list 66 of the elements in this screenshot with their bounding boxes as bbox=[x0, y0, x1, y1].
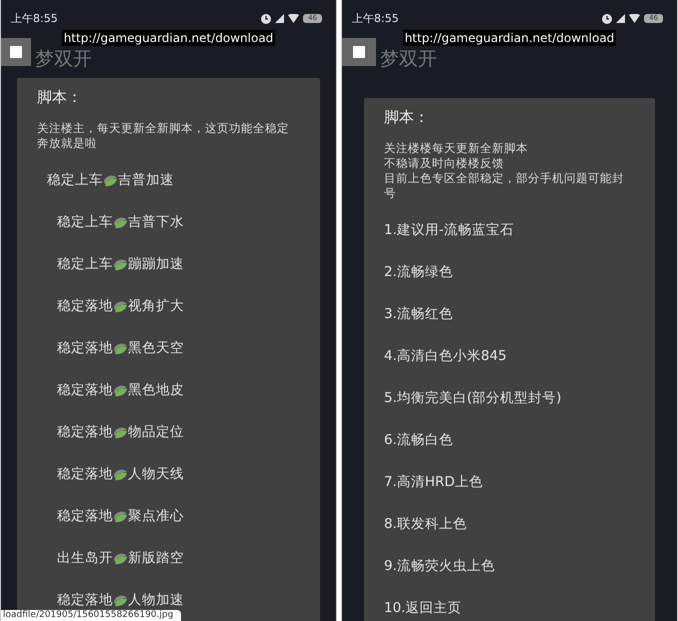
script-option[interactable]: 稳定落地 bbox=[57, 507, 113, 525]
script-option[interactable]: 视角扩大 bbox=[128, 297, 184, 315]
script-option[interactable]: 聚点准心 bbox=[128, 507, 184, 525]
script-option[interactable]: 稳定落地 bbox=[57, 339, 113, 357]
script-option[interactable]: 1.建议用-流畅蓝宝石 bbox=[384, 221, 514, 239]
clock-icon bbox=[261, 14, 272, 24]
script-option[interactable]: 稳定落地 bbox=[57, 381, 113, 399]
app-title: 梦双开 bbox=[35, 47, 92, 72]
leaf-icon bbox=[103, 173, 118, 187]
script-option[interactable]: 人物加速 bbox=[128, 591, 184, 609]
script-option[interactable]: 人物天线 bbox=[128, 465, 184, 483]
leaf-icon bbox=[113, 383, 128, 397]
script-option[interactable]: 稳定落地 bbox=[57, 423, 113, 441]
script-option[interactable]: 7.高清HRD上色 bbox=[384, 473, 483, 491]
dialog-message: 不稳请及时向楼楼反馈 bbox=[384, 156, 505, 171]
script-option[interactable]: 5.均衡完美白(部分机型封号) bbox=[384, 389, 562, 407]
dialog-message: 关注楼主，每天更新全新脚本，这页功能全稳定奔放就是啦 bbox=[37, 121, 290, 151]
script-option[interactable]: 稳定落地 bbox=[57, 297, 113, 315]
dialog-message: 目前上色专区全部稳定，部分手机问题可能封号 bbox=[384, 171, 625, 201]
leaf-icon bbox=[113, 551, 128, 565]
script-option[interactable]: 吉普下水 bbox=[128, 213, 184, 231]
leaf-icon bbox=[113, 425, 128, 439]
script-option[interactable]: 物品定位 bbox=[128, 423, 184, 441]
script-option[interactable]: 10.返回主页 bbox=[384, 599, 462, 617]
script-option[interactable]: 4.高清白色小米845 bbox=[384, 347, 507, 365]
clock-icon bbox=[602, 14, 612, 24]
leaf-icon bbox=[113, 299, 128, 313]
wifi-icon bbox=[629, 14, 640, 23]
wifi-icon bbox=[288, 14, 300, 23]
status-time: 上午8:55 bbox=[352, 11, 399, 26]
script-option[interactable]: 出生岛开 bbox=[57, 549, 113, 567]
script-option[interactable]: 稳定落地 bbox=[57, 591, 113, 609]
script-option[interactable]: 8.联发科上色 bbox=[384, 515, 467, 533]
script-option[interactable]: 3.流畅红色 bbox=[384, 305, 453, 323]
dialog-title: 脚本： bbox=[384, 108, 430, 127]
url-label: http://gameguardian.net/download bbox=[402, 30, 616, 46]
leaf-icon bbox=[113, 467, 128, 481]
script-option[interactable]: 2.流畅绿色 bbox=[384, 263, 453, 281]
signal-icon bbox=[275, 14, 284, 23]
script-option[interactable]: 稳定上车 bbox=[57, 255, 113, 273]
script-option[interactable]: 稳定上车 bbox=[47, 171, 103, 189]
script-option[interactable]: 黑色地皮 bbox=[128, 381, 184, 399]
dialog-title: 脚本： bbox=[37, 88, 83, 107]
script-option[interactable]: 6.流畅白色 bbox=[384, 431, 453, 449]
leaf-icon bbox=[113, 341, 128, 355]
leaf-icon bbox=[113, 215, 128, 229]
link-status: loadfile/201905/15601558266190.jpg bbox=[1, 610, 182, 621]
stop-button[interactable] bbox=[342, 38, 376, 66]
leaf-icon bbox=[113, 257, 128, 271]
script-option[interactable]: 稳定落地 bbox=[57, 465, 113, 483]
status-time: 上午8:55 bbox=[11, 11, 58, 26]
script-option[interactable]: 9.流畅荧火虫上色 bbox=[384, 557, 495, 575]
signal-icon bbox=[616, 14, 626, 23]
script-option[interactable]: 吉普加速 bbox=[118, 171, 174, 189]
script-option[interactable]: 稳定上车 bbox=[57, 213, 113, 231]
script-option[interactable]: 新版踏空 bbox=[128, 549, 184, 567]
leaf-icon bbox=[113, 509, 128, 523]
dialog-message: 关注楼楼每天更新全新脚本 bbox=[384, 141, 529, 156]
app-title: 梦双开 bbox=[380, 47, 437, 72]
script-option[interactable]: 蹦蹦加速 bbox=[128, 255, 184, 273]
square-icon bbox=[10, 46, 22, 58]
stop-button[interactable] bbox=[1, 38, 31, 66]
leaf-icon bbox=[113, 593, 128, 607]
script-option[interactable]: 黑色天空 bbox=[128, 339, 184, 357]
square-icon bbox=[353, 46, 365, 58]
url-label: http://gameguardian.net/download bbox=[62, 30, 276, 46]
